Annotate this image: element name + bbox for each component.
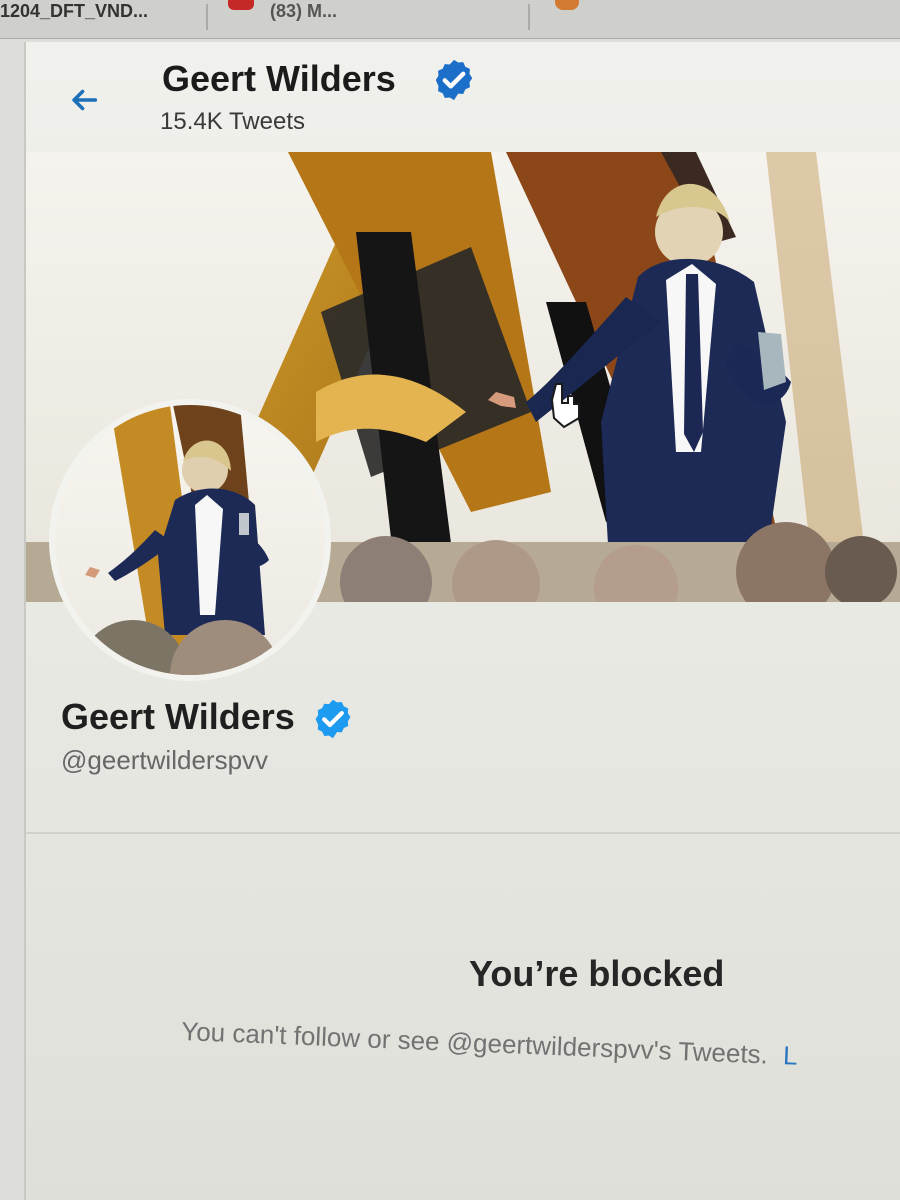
tweet-count: 15.4K Tweets xyxy=(160,108,305,135)
arrow-left-icon xyxy=(72,89,98,111)
verified-badge-icon xyxy=(315,699,351,739)
tab-divider xyxy=(206,4,208,30)
profile-page: Geert Wilders 15.4K Tweets Geert Wilders… xyxy=(24,42,900,1200)
profile-display-name: Geert Wilders xyxy=(61,696,295,737)
profile-handle: @geertwilderspvv xyxy=(61,745,269,775)
blocked-description-row: You can't follow or see @geertwilderspvv… xyxy=(181,1016,798,1072)
header-display-name: Geert Wilders xyxy=(162,58,396,99)
avatar-image xyxy=(55,405,325,675)
browser-tab-title-2[interactable]: (83) M... xyxy=(270,0,430,22)
blocked-description: You can't follow or see @geertwilderspvv… xyxy=(180,1016,769,1070)
tab-divider xyxy=(528,4,530,30)
back-button[interactable] xyxy=(64,80,104,120)
verified-badge-icon xyxy=(435,59,473,101)
browser-tab-bar: 1204_DFT_VND... (83) M... xyxy=(0,0,900,39)
browser-tab-title[interactable]: 1204_DFT_VND... xyxy=(0,0,195,22)
orange-site-icon xyxy=(555,0,579,10)
profile-header: Geert Wilders 15.4K Tweets xyxy=(26,42,900,153)
section-divider xyxy=(26,832,900,834)
profile-avatar[interactable] xyxy=(55,405,325,675)
blocked-title: You’re blocked xyxy=(469,953,725,994)
red-media-icon xyxy=(228,0,254,10)
learn-more-link[interactable]: L xyxy=(782,1040,798,1071)
